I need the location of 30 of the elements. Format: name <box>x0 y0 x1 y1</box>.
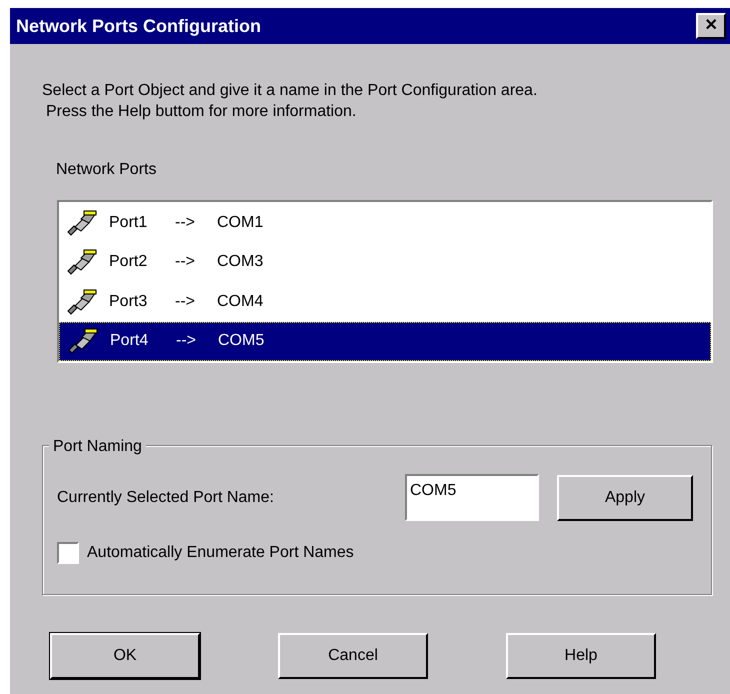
arrow-text: --> <box>175 212 196 233</box>
instruction-text: Press the Help buttom for more information. <box>45 102 358 122</box>
port-name: Port4 <box>110 331 150 352</box>
plug-icon <box>67 208 97 237</box>
plug-icon <box>67 288 97 316</box>
list-label: Network Ports <box>55 160 158 180</box>
close-button[interactable]: ✕ <box>696 13 726 39</box>
com-name: COM4 <box>217 292 264 312</box>
plug-icon <box>68 327 98 356</box>
com-name: COM5 <box>218 331 264 352</box>
port-name: Port1 <box>109 212 148 233</box>
port-list-item[interactable]: Port4 --> COM5 <box>59 322 711 362</box>
window-title: Network Ports Configuration <box>16 14 262 38</box>
port-name: Port3 <box>109 292 148 312</box>
checkbox[interactable] <box>57 542 79 564</box>
arrow-text: --> <box>175 292 196 312</box>
plug-icon <box>67 248 97 276</box>
checkbox-label: Automatically Enumerate Port Names <box>87 543 354 563</box>
apply-button[interactable]: Apply <box>557 474 693 520</box>
com-name: COM1 <box>217 212 264 233</box>
arrow-text: --> <box>176 331 197 352</box>
dialog-button[interactable]: OK <box>50 633 200 679</box>
arrow-text: --> <box>175 252 196 272</box>
field-label: Currently Selected Port Name: <box>57 488 275 508</box>
com-name: COM3 <box>217 252 264 272</box>
port-name-field[interactable]: COM5 <box>405 474 539 521</box>
port-name: Port2 <box>109 252 148 272</box>
instruction-text: Select a Port Object and give it a name in the Port Configuration area. <box>42 81 538 101</box>
dialog-button[interactable]: Help <box>506 633 656 679</box>
dialog-button[interactable]: Cancel <box>278 633 428 679</box>
